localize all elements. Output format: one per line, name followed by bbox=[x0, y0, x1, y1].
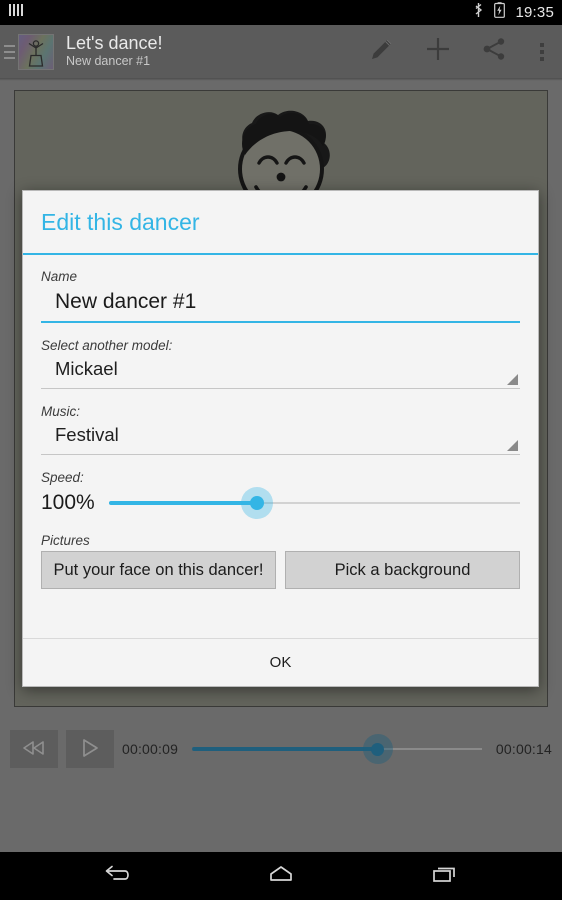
dialog-title: Edit this dancer bbox=[41, 208, 200, 235]
pick-background-button[interactable]: Pick a background bbox=[285, 551, 520, 589]
android-screen: 19:35 Let's dance! New dancer #1 Edit th… bbox=[0, 0, 562, 900]
pencil-icon bbox=[368, 35, 396, 68]
dancer-app-icon[interactable] bbox=[18, 33, 54, 70]
spinner-arrow-icon bbox=[507, 374, 518, 385]
seek-slider[interactable] bbox=[192, 730, 482, 768]
status-bar: 19:35 bbox=[0, 0, 562, 25]
model-label: Select another model: bbox=[41, 338, 173, 353]
speed-slider-thumb[interactable] bbox=[249, 496, 264, 510]
back-icon bbox=[102, 863, 132, 890]
pictures-field-group: Pictures Put your face on this dancer! P… bbox=[41, 533, 520, 589]
home-button[interactable] bbox=[255, 852, 307, 900]
overflow-menu-icon[interactable] bbox=[522, 25, 562, 78]
music-label: Music: bbox=[41, 404, 81, 419]
speed-slider-fill bbox=[109, 501, 257, 505]
drawer-indicator-icon[interactable] bbox=[0, 25, 16, 78]
page-title: Let's dance! bbox=[66, 33, 163, 54]
recents-button[interactable] bbox=[419, 852, 471, 900]
bottom-filler bbox=[0, 779, 562, 852]
play-icon bbox=[79, 738, 101, 761]
signal-bars-icon bbox=[8, 3, 24, 22]
navigation-bar bbox=[0, 852, 562, 900]
music-spinner[interactable]: Festival bbox=[41, 422, 520, 455]
play-button[interactable] bbox=[66, 730, 114, 768]
back-button[interactable] bbox=[91, 852, 143, 900]
add-action-button[interactable] bbox=[410, 25, 466, 78]
total-time: 00:00:14 bbox=[495, 741, 552, 757]
music-spinner-value: Festival bbox=[55, 424, 119, 445]
dialog-footer: OK bbox=[23, 638, 538, 686]
model-spinner[interactable]: Mickael bbox=[41, 356, 520, 389]
model-spinner-value: Mickael bbox=[55, 358, 118, 379]
edit-action-button[interactable] bbox=[354, 25, 410, 78]
status-bar-clock: 19:35 bbox=[515, 4, 554, 21]
recents-icon bbox=[430, 863, 460, 890]
speed-slider[interactable] bbox=[109, 487, 520, 519]
plus-icon bbox=[423, 34, 453, 69]
speed-label: Speed: bbox=[41, 470, 84, 485]
page-subtitle: New dancer #1 bbox=[66, 54, 151, 69]
name-field-group: Name bbox=[41, 269, 520, 323]
seek-slider-thumb[interactable] bbox=[371, 742, 385, 756]
share-action-button[interactable] bbox=[466, 25, 522, 78]
dialog-body: Name Select another model: Mickael Music… bbox=[23, 255, 538, 638]
media-controls-bar: 00:00:09 00:00:14 bbox=[0, 719, 562, 779]
action-bar: Let's dance! New dancer #1 bbox=[0, 25, 562, 78]
status-bar-right: 19:35 bbox=[473, 2, 554, 23]
speed-value: 100% bbox=[41, 491, 95, 514]
share-icon bbox=[480, 35, 508, 68]
model-field-group: Select another model: Mickael bbox=[41, 338, 520, 389]
pictures-label: Pictures bbox=[41, 533, 90, 548]
speed-field-group: Speed: 100% bbox=[41, 470, 520, 519]
pictures-button-row: Put your face on this dancer! Pick a bac… bbox=[41, 551, 520, 589]
dialog-title-bar: Edit this dancer bbox=[23, 191, 538, 255]
seek-slider-fill bbox=[192, 747, 378, 751]
name-label: Name bbox=[41, 269, 78, 284]
speed-row: 100% bbox=[41, 487, 520, 519]
put-face-button[interactable]: Put your face on this dancer! bbox=[41, 551, 276, 589]
action-bar-buttons bbox=[354, 25, 562, 78]
battery-charging-icon bbox=[494, 2, 506, 23]
rewind-button[interactable] bbox=[10, 730, 58, 768]
bluetooth-icon bbox=[473, 2, 484, 23]
rewind-icon bbox=[21, 739, 47, 760]
music-field-group: Music: Festival bbox=[41, 404, 520, 455]
name-input-wrapper bbox=[41, 287, 520, 323]
ok-button[interactable]: OK bbox=[23, 639, 538, 686]
action-bar-titles: Let's dance! New dancer #1 bbox=[66, 33, 163, 69]
edit-dancer-dialog: Edit this dancer Name Select another mod… bbox=[22, 190, 539, 687]
home-icon bbox=[266, 863, 296, 890]
spinner-arrow-icon bbox=[507, 440, 518, 451]
current-time: 00:00:09 bbox=[122, 741, 179, 757]
status-bar-left bbox=[8, 3, 24, 22]
name-input[interactable] bbox=[41, 287, 520, 323]
